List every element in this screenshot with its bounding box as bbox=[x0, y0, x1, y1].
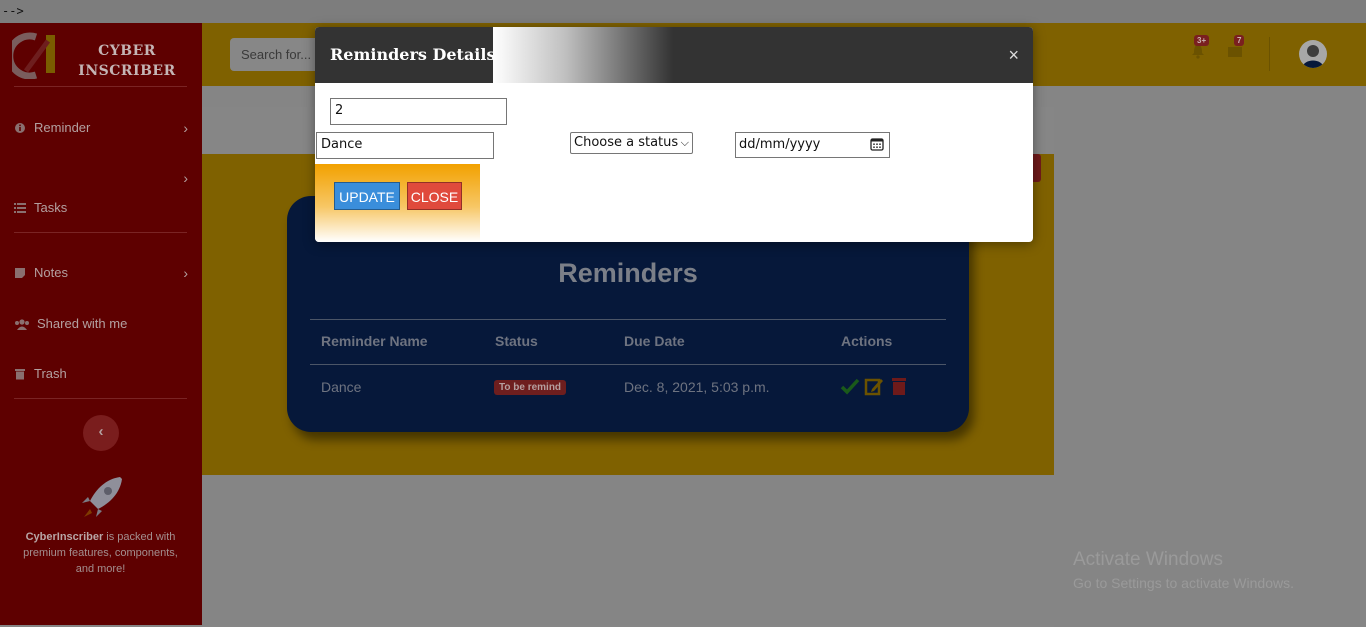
windows-activation-subtitle: Go to Settings to activate Windows. bbox=[1073, 575, 1294, 591]
due-date-placeholder: dd/mm/yyyy bbox=[739, 137, 821, 152]
sidebar-promo: CyberInscriber is packed with premium fe… bbox=[14, 463, 187, 603]
brand-logo-icon bbox=[12, 32, 55, 79]
modal-header-gradient bbox=[493, 27, 673, 83]
delete-icon[interactable] bbox=[889, 376, 909, 396]
edit-icon[interactable] bbox=[864, 376, 884, 396]
trash-icon bbox=[15, 369, 25, 380]
column-header-due-date: Due Date bbox=[624, 333, 685, 349]
due-date-field[interactable]: dd/mm/yyyy bbox=[735, 132, 890, 158]
status-select[interactable]: Choose a status ⌵ bbox=[570, 132, 693, 154]
messages-button[interactable]: 7 bbox=[1227, 35, 1245, 59]
topbar-divider bbox=[1269, 37, 1270, 71]
search-input[interactable]: Search for... bbox=[230, 38, 320, 71]
chevron-left-icon: ‹ bbox=[98, 423, 104, 440]
sidebar-divider bbox=[14, 86, 187, 87]
messages-badge: 7 bbox=[1234, 35, 1245, 46]
status-select-value: Choose a status bbox=[574, 135, 679, 150]
sidebar-item-shared[interactable]: Shared with me bbox=[14, 313, 188, 335]
reminder-name-cell: Dance bbox=[321, 379, 362, 395]
close-button[interactable]: CLOSE bbox=[407, 182, 462, 210]
avatar[interactable] bbox=[1299, 40, 1327, 68]
column-header-name: Reminder Name bbox=[321, 333, 428, 349]
column-header-actions: Actions bbox=[841, 333, 893, 349]
user-avatar-icon bbox=[1302, 45, 1324, 68]
sidebar-divider bbox=[14, 232, 187, 233]
stray-comment-text: --> bbox=[0, 0, 1366, 23]
promo-text: CyberInscriber is packed with premium fe… bbox=[23, 531, 178, 575]
sidebar-item-label: Shared with me bbox=[37, 316, 128, 331]
sidebar-item-label: Notes bbox=[34, 265, 68, 280]
sidebar-toggle-button[interactable]: ‹ bbox=[83, 415, 119, 451]
sidebar-item-trash[interactable]: Trash bbox=[14, 363, 188, 385]
reminder-details-modal: Reminders Details × 2 Dance Choose a sta… bbox=[315, 27, 1033, 242]
alerts-badge: 3+ bbox=[1194, 35, 1210, 46]
reminder-id-field[interactable]: 2 bbox=[330, 98, 507, 125]
info-circle-icon bbox=[15, 123, 25, 133]
chevron-right-icon: › bbox=[183, 170, 188, 186]
chevron-right-icon: › bbox=[183, 120, 188, 136]
sidebar-item-collapsed[interactable]: › bbox=[14, 167, 188, 189]
close-icon[interactable]: × bbox=[1008, 45, 1019, 65]
add-reminder-button-edge[interactable] bbox=[1033, 154, 1041, 182]
sidebar-item-label: Tasks bbox=[34, 200, 68, 215]
check-icon[interactable] bbox=[840, 376, 860, 396]
sidebar: CYBER INSCRIBER Reminder › › Tasks Notes… bbox=[0, 23, 202, 625]
brand[interactable]: CYBER INSCRIBER bbox=[12, 31, 192, 81]
brand-name: CYBER INSCRIBER bbox=[78, 43, 176, 79]
sidebar-item-tasks[interactable]: Tasks bbox=[14, 197, 188, 219]
update-button[interactable]: UPDATE bbox=[334, 182, 400, 210]
alerts-bell-button[interactable]: 3+ bbox=[1190, 35, 1210, 59]
users-icon bbox=[15, 319, 29, 330]
status-badge: To be remind bbox=[494, 380, 567, 395]
chevron-down-icon: ⌵ bbox=[680, 136, 689, 149]
sidebar-item-label: Reminder bbox=[34, 120, 91, 135]
sidebar-item-label: Trash bbox=[34, 366, 67, 381]
windows-activation-title: Activate Windows bbox=[1073, 549, 1223, 570]
column-header-status: Status bbox=[495, 333, 538, 349]
reminder-name-field[interactable]: Dance bbox=[316, 132, 494, 159]
sidebar-item-reminder[interactable]: Reminder › bbox=[14, 117, 188, 139]
content-footer-area bbox=[202, 475, 1054, 625]
calendar-icon[interactable] bbox=[870, 137, 884, 151]
note-icon bbox=[15, 268, 25, 278]
rocket-icon bbox=[82, 477, 122, 517]
modal-header: Reminders Details × bbox=[315, 27, 1033, 83]
sidebar-item-notes[interactable]: Notes › bbox=[14, 262, 188, 284]
list-icon bbox=[14, 203, 26, 213]
reminders-title: Reminders bbox=[558, 258, 698, 288]
due-date-cell: Dec. 8, 2021, 5:03 p.m. bbox=[624, 379, 770, 395]
sidebar-divider bbox=[14, 398, 187, 399]
chevron-right-icon: › bbox=[183, 265, 188, 281]
table-divider bbox=[310, 364, 946, 365]
modal-title: Reminders Details bbox=[330, 45, 496, 64]
table-divider bbox=[310, 319, 946, 320]
